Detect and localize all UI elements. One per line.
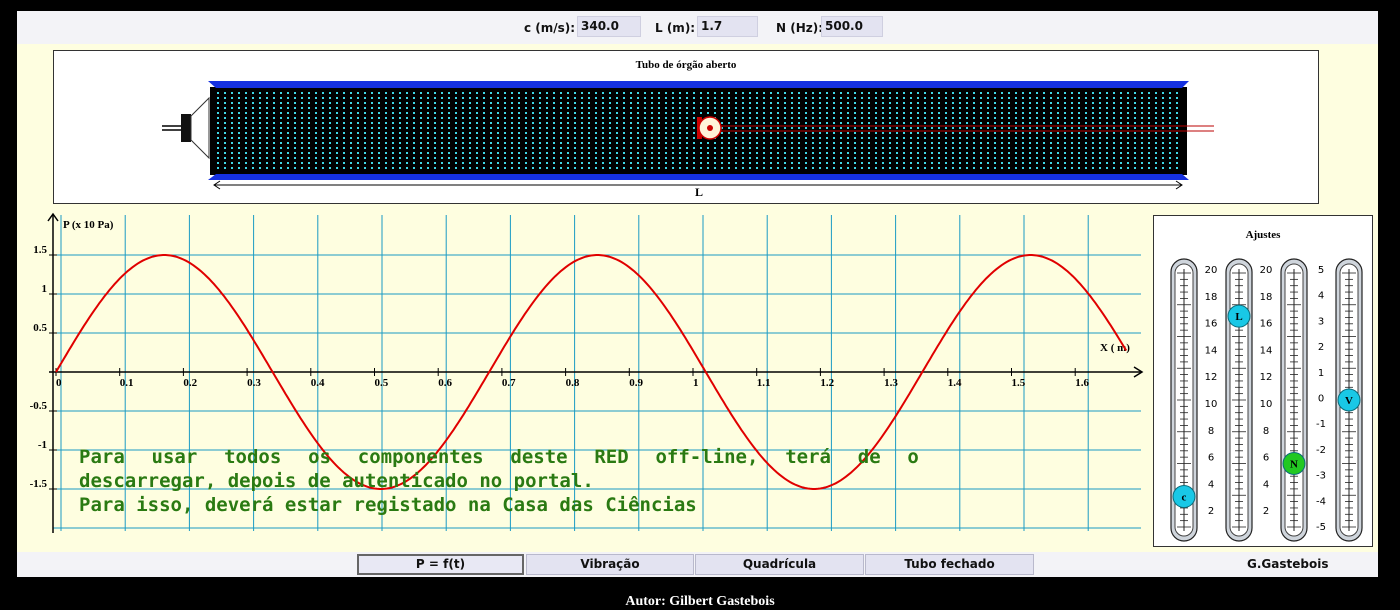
scale-label: 8 <box>1208 426 1214 437</box>
button-bar: P = f(t) Vibração Quadrícula Tubo fechad… <box>17 552 1378 577</box>
tube-wall-top <box>208 81 1189 88</box>
tube-wall-bottom <box>208 174 1189 180</box>
y-tick-label: -0.5 <box>30 400 48 412</box>
x-tick-label: 0.4 <box>311 377 325 389</box>
closed-tube-button[interactable]: Tubo fechado <box>865 554 1034 575</box>
notice-word: usar <box>151 446 198 468</box>
frequency-label: N (Hz): <box>776 21 824 35</box>
notice-line-2: descarregar, depois de autenticado no po… <box>79 470 594 492</box>
y-tick-label: 0.5 <box>33 322 47 334</box>
scale-label: 16 <box>1260 319 1273 330</box>
parameter-bar: c (m/s): 340.0 L (m): 1.7 N (Hz): 500.0 <box>17 11 1378 44</box>
scale-label: -4 <box>1316 496 1326 507</box>
y-tick-label: -1 <box>38 439 47 451</box>
scale-label: 8 <box>1263 426 1269 437</box>
offline-notice: Para usar todos os componentes deste RED off-li… <box>79 445 919 517</box>
notice-word: os <box>308 446 331 468</box>
pressure-time-button[interactable]: P = f(t) <box>357 554 524 575</box>
x-tick-label: 1.3 <box>884 377 898 389</box>
notice-word: de <box>857 446 881 468</box>
x-tick-label: 1.5 <box>1012 377 1026 389</box>
author-label: Autor: Gilbert Gastebois <box>625 594 775 609</box>
vibration-button[interactable]: Vibração <box>526 554 694 575</box>
scale-label: 0 <box>1318 394 1324 405</box>
scale-label: 18 <box>1205 292 1218 303</box>
scale-label: 10 <box>1260 399 1273 410</box>
notice-word: deste <box>510 446 568 468</box>
scale-label: 12 <box>1260 372 1273 383</box>
length-marker: L <box>695 185 703 199</box>
scale-label: 20 <box>1260 265 1273 276</box>
notice-word: Para <box>79 446 125 468</box>
scale-label: 10 <box>1205 399 1218 410</box>
slider-group: 20181614121086422018161412108642543210-1… <box>1170 258 1363 542</box>
scale-label: 6 <box>1263 453 1269 464</box>
notice-line-1: Para usar todos os componentes deste RED off-li… <box>79 445 919 469</box>
scale-label: -2 <box>1316 445 1326 456</box>
scale-label: 14 <box>1260 345 1273 356</box>
graph-y-label: P (x 10 Pa) <box>63 219 114 231</box>
notice-word: todos <box>224 446 282 468</box>
x-tick-label: 1.1 <box>757 377 771 389</box>
scale-label: 12 <box>1205 372 1218 383</box>
adjustments-panel: Ajustes 20 18 16 14 12 10 8 6 4 2 20 18 16 14 12 10 8 6 4 2… <box>1153 215 1373 547</box>
scale-label: 2 <box>1318 342 1324 353</box>
x-tick-label: 0.7 <box>502 377 516 389</box>
slider-knob-label: N <box>1290 459 1298 471</box>
notice-line-3: Para isso, deverá estar registado na Cas… <box>79 494 697 516</box>
scale-label: 16 <box>1205 319 1218 330</box>
x-tick-label: 0.3 <box>247 377 261 389</box>
x-tick-label: 1 <box>693 377 699 389</box>
y-tick-label: 1.5 <box>33 244 47 256</box>
scale-label: 20 <box>1205 265 1218 276</box>
scale-label: 2 <box>1208 506 1214 517</box>
scale-label: -5 <box>1316 522 1326 533</box>
x-tick-label: 0.1 <box>120 377 134 389</box>
slider-knob-label: V <box>1345 395 1353 407</box>
y-tick-label: 1 <box>42 283 48 295</box>
notice-word: terá <box>785 446 831 468</box>
scale-label: 2 <box>1263 506 1269 517</box>
frequency-field[interactable]: 500.0 <box>821 16 883 37</box>
x-tick-label: 0.6 <box>438 377 452 389</box>
x-tick-label: 0.8 <box>566 377 580 389</box>
scale-label: 3 <box>1318 316 1324 327</box>
notice-word: o <box>907 446 919 468</box>
scale-label: 14 <box>1205 345 1218 356</box>
x-tick-label: 0.5 <box>375 377 389 389</box>
scale-label: 4 <box>1318 291 1324 302</box>
x-tick-label: 0 <box>56 377 62 389</box>
scale-label: 5 <box>1318 265 1324 276</box>
credit-label: G.Gastebois <box>1247 557 1329 571</box>
length-label: L (m): <box>655 21 696 35</box>
scale-label: 4 <box>1263 479 1269 490</box>
tube-drawing: L <box>162 81 1214 199</box>
length-field[interactable]: 1.7 <box>697 16 758 37</box>
x-tick-label: 1.2 <box>820 377 834 389</box>
notice-word: off-line, <box>655 446 759 468</box>
slider-knob-label: c <box>1182 492 1187 504</box>
grid-button[interactable]: Quadrícula <box>695 554 864 575</box>
notice-word: RED <box>594 446 629 468</box>
scale-label: 4 <box>1208 479 1214 490</box>
scale-label: 1 <box>1318 368 1324 379</box>
speaker-icon <box>162 96 210 160</box>
slider-knob-label: L <box>1235 311 1242 323</box>
speed-field[interactable]: 340.0 <box>577 16 641 37</box>
tube-panel: Tubo de órgão aberto L <box>53 50 1319 204</box>
x-tick-label: 0.9 <box>629 377 643 389</box>
scale-label: -3 <box>1316 471 1326 482</box>
notice-word: componentes <box>357 446 484 468</box>
speed-label: c (m/s): <box>524 21 576 35</box>
scale-label: -1 <box>1316 419 1326 430</box>
x-tick-label: 1.6 <box>1075 377 1089 389</box>
scale-label: 18 <box>1260 292 1273 303</box>
x-tick-label: 1.4 <box>948 377 962 389</box>
scale-label: 6 <box>1208 453 1214 464</box>
x-tick-label: 0.2 <box>183 377 197 389</box>
y-tick-label: -1.5 <box>30 478 48 490</box>
